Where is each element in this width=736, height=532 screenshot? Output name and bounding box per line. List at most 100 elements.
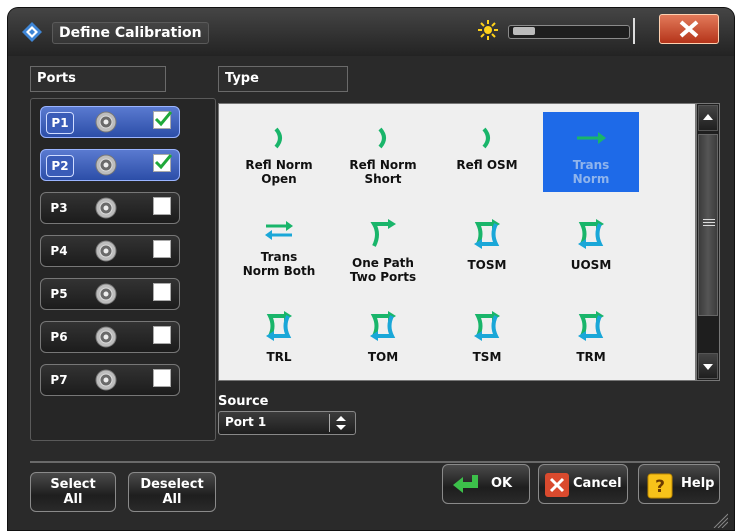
cal-type-refl-norm-open[interactable]: Refl Norm Open bbox=[231, 112, 327, 192]
cal-type-label-line1: Trans bbox=[572, 158, 610, 172]
cal-type-tsm[interactable]: TSM bbox=[439, 296, 535, 376]
connector-icon bbox=[95, 240, 117, 262]
slider-thumb[interactable] bbox=[513, 27, 535, 35]
cal-type-label-line1: UOSM bbox=[570, 258, 612, 272]
port-label: P2 bbox=[46, 155, 74, 177]
port-checkbox[interactable] bbox=[153, 111, 172, 129]
port-label: P6 bbox=[50, 330, 68, 344]
ports-header: Ports bbox=[30, 66, 166, 92]
port-row-p7[interactable]: P7 bbox=[40, 364, 180, 396]
cal-type-label: UOSM bbox=[543, 258, 639, 272]
port-checkbox[interactable] bbox=[153, 283, 171, 301]
cal-type-label-line1: TOM bbox=[367, 350, 399, 364]
port-label: P7 bbox=[50, 373, 68, 387]
source-select[interactable]: Port 1 bbox=[218, 411, 356, 435]
cal-type-label: Refl Norm Open bbox=[231, 158, 327, 186]
checkmark-icon bbox=[154, 154, 172, 170]
cal-type-label-line2: Open bbox=[261, 172, 297, 186]
cal-type-trans-norm[interactable]: Trans Norm bbox=[543, 112, 639, 192]
cal-type-refl-osm[interactable]: Refl OSM bbox=[439, 112, 535, 192]
cal-type-label: TSM bbox=[439, 350, 535, 364]
transmission-arrow-icon bbox=[574, 126, 608, 154]
port-label: P4 bbox=[50, 244, 68, 258]
cal-type-label-line1: One Path bbox=[352, 256, 414, 270]
two-port-cal-icon bbox=[574, 218, 608, 254]
scroll-thumb[interactable] bbox=[698, 134, 718, 316]
connector-icon bbox=[95, 326, 117, 348]
select-all-label-2: All bbox=[63, 492, 83, 507]
port-label: P3 bbox=[50, 201, 68, 215]
cal-type-label: Refl Norm Short bbox=[335, 158, 431, 186]
connector-icon bbox=[95, 283, 117, 305]
transparency-slider[interactable] bbox=[508, 25, 630, 39]
port-row-p3[interactable]: P3 bbox=[40, 192, 180, 224]
port-row-p4[interactable]: P4 bbox=[40, 235, 180, 267]
cal-type-label: One Path Two Ports bbox=[335, 256, 431, 284]
connector-icon bbox=[95, 111, 117, 133]
two-port-cal-icon bbox=[470, 310, 504, 346]
close-icon bbox=[679, 20, 699, 38]
cal-type-one-path-two-ports[interactable]: One Path Two Ports bbox=[335, 204, 431, 284]
port-row-p6[interactable]: P6 bbox=[40, 321, 180, 353]
bottom-separator bbox=[30, 461, 720, 463]
define-calibration-dialog: Define Calibration Ports Type Refl Norm O… bbox=[8, 8, 734, 530]
select-all-button[interactable]: Select All bbox=[30, 472, 116, 512]
scroll-down-button[interactable] bbox=[698, 353, 718, 379]
cal-type-uosm[interactable]: UOSM bbox=[543, 204, 639, 284]
cal-type-refl-norm-short[interactable]: Refl Norm Short bbox=[335, 112, 431, 192]
cal-type-label: Trans Norm bbox=[543, 158, 639, 186]
two-port-cal-icon bbox=[366, 310, 400, 346]
enter-arrow-icon bbox=[453, 475, 478, 493]
cal-type-label-line1: Refl Norm bbox=[245, 158, 313, 172]
cal-type-label: Trans Norm Both bbox=[231, 250, 327, 278]
connector-icon bbox=[95, 154, 117, 176]
port-checkbox[interactable] bbox=[153, 154, 172, 172]
cal-type-trm[interactable]: TRM bbox=[543, 296, 639, 376]
help-label: Help bbox=[681, 476, 715, 491]
scroll-up-button[interactable] bbox=[698, 105, 718, 131]
deselect-all-button[interactable]: Deselect All bbox=[128, 472, 216, 512]
port-row-p2[interactable]: P2 bbox=[40, 149, 180, 181]
port-checkbox[interactable] bbox=[153, 240, 171, 258]
arrow-down-icon bbox=[703, 364, 713, 370]
help-question-icon: ? bbox=[647, 473, 673, 499]
port-row-p1[interactable]: P1 bbox=[40, 106, 180, 138]
ok-button[interactable]: OK bbox=[442, 464, 530, 504]
title-bar[interactable]: Define Calibration bbox=[8, 8, 734, 56]
reflect-icon bbox=[267, 126, 291, 154]
two-port-cal-icon bbox=[262, 310, 296, 346]
arrow-up-icon bbox=[703, 114, 713, 120]
cal-type-label: TOSM bbox=[439, 258, 535, 272]
cal-type-trans-norm-both[interactable]: Trans Norm Both bbox=[231, 204, 327, 284]
bidirectional-arrows-icon bbox=[262, 218, 296, 246]
cal-type-label: TRM bbox=[543, 350, 639, 364]
select-all-label-1: Select bbox=[50, 477, 96, 492]
dialog-title: Define Calibration bbox=[52, 22, 209, 44]
port-checkbox[interactable] bbox=[153, 369, 171, 387]
port-label: P5 bbox=[50, 287, 68, 301]
cal-type-label: Refl OSM bbox=[439, 158, 535, 172]
deselect-all-label-1: Deselect bbox=[140, 477, 204, 492]
help-button[interactable]: ? Help bbox=[638, 464, 720, 504]
cal-type-tom[interactable]: TOM bbox=[335, 296, 431, 376]
rohde-schwarz-logo-icon bbox=[22, 22, 42, 42]
cancel-button[interactable]: Cancel bbox=[538, 464, 628, 504]
cal-type-tosm[interactable]: TOSM bbox=[439, 204, 535, 284]
cal-type-label-line2: Two Ports bbox=[349, 270, 417, 284]
checkmark-icon bbox=[154, 111, 172, 127]
cal-type-trl[interactable]: TRL bbox=[231, 296, 327, 376]
port-checkbox[interactable] bbox=[153, 197, 171, 215]
calibration-type-list[interactable]: Refl Norm Open Refl Norm Short Refl OSM Trans… bbox=[218, 103, 696, 381]
reflect-icon bbox=[371, 126, 395, 154]
two-port-cal-icon bbox=[574, 310, 608, 346]
resize-grip-icon[interactable] bbox=[708, 510, 728, 528]
cal-type-label-line1: TRM bbox=[576, 350, 606, 364]
port-row-p5[interactable]: P5 bbox=[40, 278, 180, 310]
cal-type-label-line1: TRL bbox=[266, 350, 292, 364]
port-checkbox[interactable] bbox=[153, 326, 171, 344]
up-down-arrows-icon bbox=[336, 416, 346, 430]
type-list-scrollbar[interactable] bbox=[696, 103, 720, 381]
close-button[interactable] bbox=[659, 14, 719, 44]
cancel-label: Cancel bbox=[573, 476, 622, 491]
two-port-cal-icon bbox=[470, 218, 504, 254]
